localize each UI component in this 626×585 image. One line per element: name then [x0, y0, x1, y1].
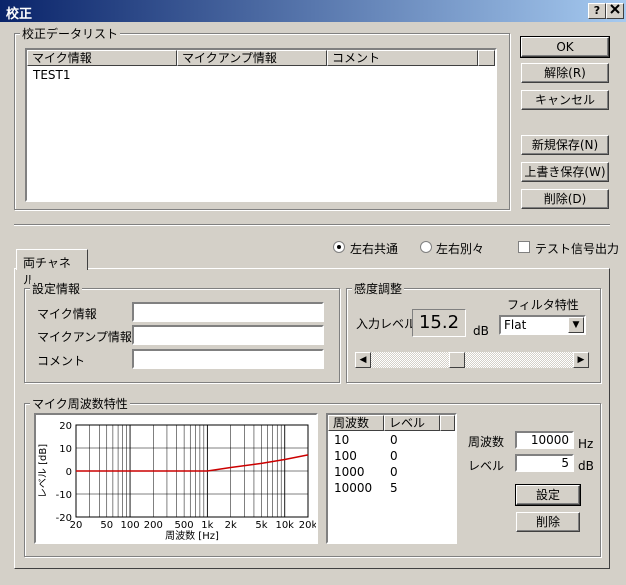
slider-track[interactable] [371, 352, 573, 368]
ok-button[interactable]: OK [520, 36, 610, 58]
tab-both-channels[interactable]: 両チャネル [16, 249, 88, 287]
col-header-spacer [478, 50, 495, 66]
col-header-freq[interactable]: 周波数 [328, 415, 384, 431]
freq-table[interactable]: 周波数 レベル 10 0 100 0 1000 0 10000 5 [326, 413, 457, 544]
radio-common[interactable] [333, 241, 345, 253]
comment-input[interactable] [132, 349, 324, 369]
filter-select[interactable]: Flat ▼ [499, 315, 586, 335]
calib-list-label: 校正データリスト [20, 25, 121, 42]
x-tick-label: 10k [275, 520, 294, 531]
col-header-level[interactable]: レベル [384, 415, 440, 431]
comment-label: コメント [37, 354, 86, 368]
settings-info-label: 設定情報 [30, 280, 83, 297]
close-icon [610, 4, 620, 14]
slider-right-arrow-icon[interactable]: ▶ [573, 352, 589, 368]
freq-row-level[interactable]: 0 [390, 433, 398, 447]
y-tick-label: 10 [59, 444, 72, 455]
save-new-button[interactable]: 新規保存(N) [521, 135, 609, 155]
level-input[interactable]: 5 [515, 454, 574, 472]
freq-row-freq[interactable]: 10 [334, 433, 349, 447]
freq-response-label: マイク周波数特性 [30, 395, 130, 412]
freq-row-level[interactable]: 0 [390, 465, 398, 479]
x-tick-label: 200 [144, 520, 163, 531]
dropdown-arrow-icon[interactable]: ▼ [568, 317, 584, 333]
freq-row-freq[interactable]: 1000 [334, 465, 365, 479]
radio-separate[interactable] [420, 241, 432, 253]
x-tick-label: 1k [201, 520, 213, 531]
freq-label: 周波数 [468, 435, 505, 449]
help-button[interactable]: ? [588, 3, 606, 19]
input-level-label: 入力レベル [356, 317, 417, 331]
title-bar[interactable]: 校正 ? [0, 0, 626, 22]
filter-select-value: Flat [504, 318, 527, 332]
test-signal-label: テスト信号出力 [535, 242, 620, 256]
col-header-comment[interactable]: コメント [327, 50, 478, 66]
sensitivity-label: 感度調整 [352, 280, 405, 297]
x-tick-label: 500 [175, 520, 194, 531]
slider-thumb[interactable] [449, 352, 466, 368]
freq-row-freq[interactable]: 100 [334, 449, 357, 463]
col-header-amp[interactable]: マイクアンプ情報 [177, 50, 327, 66]
set-button[interactable]: 設定 [515, 484, 581, 506]
release-button[interactable]: 解除(R) [521, 63, 609, 83]
y-tick-label: 20 [59, 421, 72, 432]
freq-row-level[interactable]: 0 [390, 449, 398, 463]
x-tick-label: 50 [100, 520, 113, 531]
radio-common-label: 左右共通 [350, 242, 399, 256]
x-tick-label: 2k [225, 520, 237, 531]
slider-left-arrow-icon[interactable]: ◀ [355, 352, 371, 368]
list-item[interactable]: TEST1 [33, 68, 71, 82]
mic-info-label: マイク情報 [37, 307, 97, 321]
level-slider[interactable]: ◀ ▶ [355, 351, 589, 369]
calib-listview[interactable]: マイク情報 マイクアンプ情報 コメント TEST1 [25, 48, 497, 202]
series-line [76, 454, 309, 472]
x-tick-label: 100 [121, 520, 140, 531]
freq-chart: 20 10 0 -10 -20 20 50 100 200 500 1k 2k 5k 10k 20k 周波数 … [34, 413, 318, 544]
freq-input[interactable]: 10000 [515, 431, 574, 449]
input-level-display: 15.2 [412, 309, 466, 337]
input-level-unit: dB [473, 324, 489, 338]
radio-separate-label: 左右別々 [436, 242, 485, 256]
level-label: レベル [468, 459, 505, 473]
close-button[interactable] [606, 3, 624, 19]
mic-info-input[interactable] [132, 302, 324, 322]
delete-button[interactable]: 削除(D) [521, 189, 609, 209]
freq-row-level[interactable]: 5 [390, 481, 398, 495]
freq-unit: Hz [578, 437, 594, 451]
y-tick-label: -10 [56, 490, 72, 501]
separator [14, 224, 610, 226]
filter-label: フィルタ特性 [507, 298, 579, 312]
x-axis-label: 周波数 [Hz] [165, 529, 219, 542]
freq-row-freq[interactable]: 10000 [334, 481, 372, 495]
x-tick-label: 5k [255, 520, 267, 531]
col-header-mic[interactable]: マイク情報 [27, 50, 177, 66]
test-signal-checkbox[interactable] [518, 241, 530, 253]
overwrite-save-button[interactable]: 上書き保存(W) [521, 162, 609, 182]
amp-info-input[interactable] [132, 325, 324, 345]
y-axis-label: レベル [dB] [37, 444, 49, 498]
level-unit: dB [578, 459, 594, 473]
window-title: 校正 [6, 7, 33, 22]
x-tick-label: 20k [299, 520, 316, 531]
freq-chart-svg: 20100-10-2020 50 100 200 500 1k 2k 5k 10k 20k周波数 … [37, 421, 316, 542]
amp-info-label: マイクアンプ情報 [37, 330, 132, 344]
col-header-spacer [440, 415, 455, 431]
cancel-button[interactable]: キャンセル [521, 90, 609, 110]
y-tick-label: 0 [66, 467, 72, 478]
x-tick-label: 20 [70, 520, 83, 531]
delete-point-button[interactable]: 削除 [516, 512, 580, 532]
